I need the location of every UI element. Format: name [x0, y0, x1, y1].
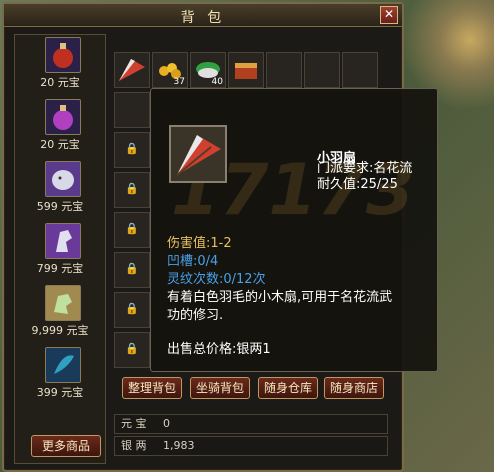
shop-item-price: 599 元宝 [36, 200, 84, 213]
portable-storage-button[interactable]: 随身仓库 [258, 377, 318, 399]
item-shop-panel: 20 元宝 20 元宝 599 元宝 799 元宝 9,999 元宝 399 元… [14, 34, 106, 464]
locked-slot[interactable]: 🔒 [114, 212, 150, 248]
shop-item[interactable]: 20 元宝 [15, 97, 105, 159]
item-description-line1: 有着白色羽毛的小木扇,可用于名花流武 [167, 290, 393, 305]
inventory-slot[interactable] [114, 52, 150, 88]
locked-slot[interactable]: 🔒 [114, 252, 150, 288]
lock-icon: 🔒 [125, 262, 139, 275]
yuanbao-row: 元 宝 0 [114, 414, 388, 434]
red-potion-icon[interactable] [45, 37, 81, 73]
shop-item-price: 20 元宝 [40, 138, 80, 151]
item-description-line2: 功的修习. [167, 308, 224, 323]
item-sockets: 凹槽:0/4 [167, 254, 219, 269]
inventory-slot[interactable] [342, 52, 378, 88]
lock-icon: 🔒 [125, 222, 139, 235]
item-rune-count: 灵纹次数:0/12次 [167, 272, 266, 287]
inventory-slot[interactable] [304, 52, 340, 88]
inventory-slot[interactable]: 40 [190, 52, 226, 88]
shop-item-price: 799 元宝 [36, 262, 84, 275]
lock-icon: 🔒 [125, 302, 139, 315]
locked-slot[interactable]: 🔒 [114, 132, 150, 168]
inventory-slot[interactable]: 37 [152, 52, 188, 88]
blue-feather-icon[interactable] [45, 347, 81, 383]
portable-shop-button[interactable]: 随身商店 [324, 377, 384, 399]
purple-potion-icon[interactable] [45, 99, 81, 135]
white-lion-mount-icon[interactable] [45, 161, 81, 197]
item-count: 37 [173, 77, 185, 87]
silver-value: 1,983 [163, 439, 195, 452]
item-damage: 伤害值:1-2 [167, 236, 232, 251]
shop-item[interactable]: 399 元宝 [15, 345, 105, 407]
white-horse-mount-icon[interactable] [45, 223, 81, 259]
treasure-chest-icon [235, 63, 257, 79]
title-bar[interactable]: 背 包 ✕ [4, 4, 402, 27]
inventory-slot[interactable] [266, 52, 302, 88]
feather-fan-icon [169, 125, 227, 183]
lock-icon: 🔒 [125, 342, 139, 355]
more-items-button[interactable]: 更多商品 [31, 435, 101, 457]
shop-item-price: 399 元宝 [36, 386, 84, 399]
shop-item[interactable]: 20 元宝 [15, 35, 105, 97]
item-count: 40 [211, 77, 223, 87]
inventory-slot[interactable] [114, 92, 150, 128]
shop-item-price: 20 元宝 [40, 76, 80, 89]
shop-item[interactable]: 599 元宝 [15, 159, 105, 221]
yuanbao-value: 0 [163, 417, 170, 430]
yuanbao-label: 元 宝 [121, 417, 147, 430]
shop-item[interactable]: 9,999 元宝 [15, 283, 105, 345]
silver-row: 银 两 1,983 [114, 436, 388, 456]
shop-item-price: 9,999 元宝 [31, 324, 89, 337]
feather-fan-icon [119, 59, 145, 81]
window-title: 背 包 [180, 10, 226, 26]
lock-icon: 🔒 [125, 142, 139, 155]
locked-slot[interactable]: 🔒 [114, 292, 150, 328]
sort-bag-button[interactable]: 整理背包 [122, 377, 182, 399]
item-tooltip: 17173 小羽扇 门派要求:名花流 耐久值:25/25 伤害值:1-2 凹槽:… [150, 88, 438, 372]
silver-label: 银 两 [121, 439, 147, 452]
mount-bag-button[interactable]: 坐骑背包 [190, 377, 250, 399]
locked-slot[interactable]: 🔒 [114, 332, 150, 368]
close-button[interactable]: ✕ [380, 6, 398, 24]
item-sell-price: 出售总价格:银两1 [167, 342, 271, 357]
inventory-slot[interactable] [228, 52, 264, 88]
green-pegasus-mount-icon[interactable] [45, 285, 81, 321]
locked-slot[interactable]: 🔒 [114, 172, 150, 208]
lock-icon: 🔒 [125, 182, 139, 195]
item-durability: 耐久值:25/25 [317, 177, 398, 192]
shop-item[interactable]: 799 元宝 [15, 221, 105, 283]
